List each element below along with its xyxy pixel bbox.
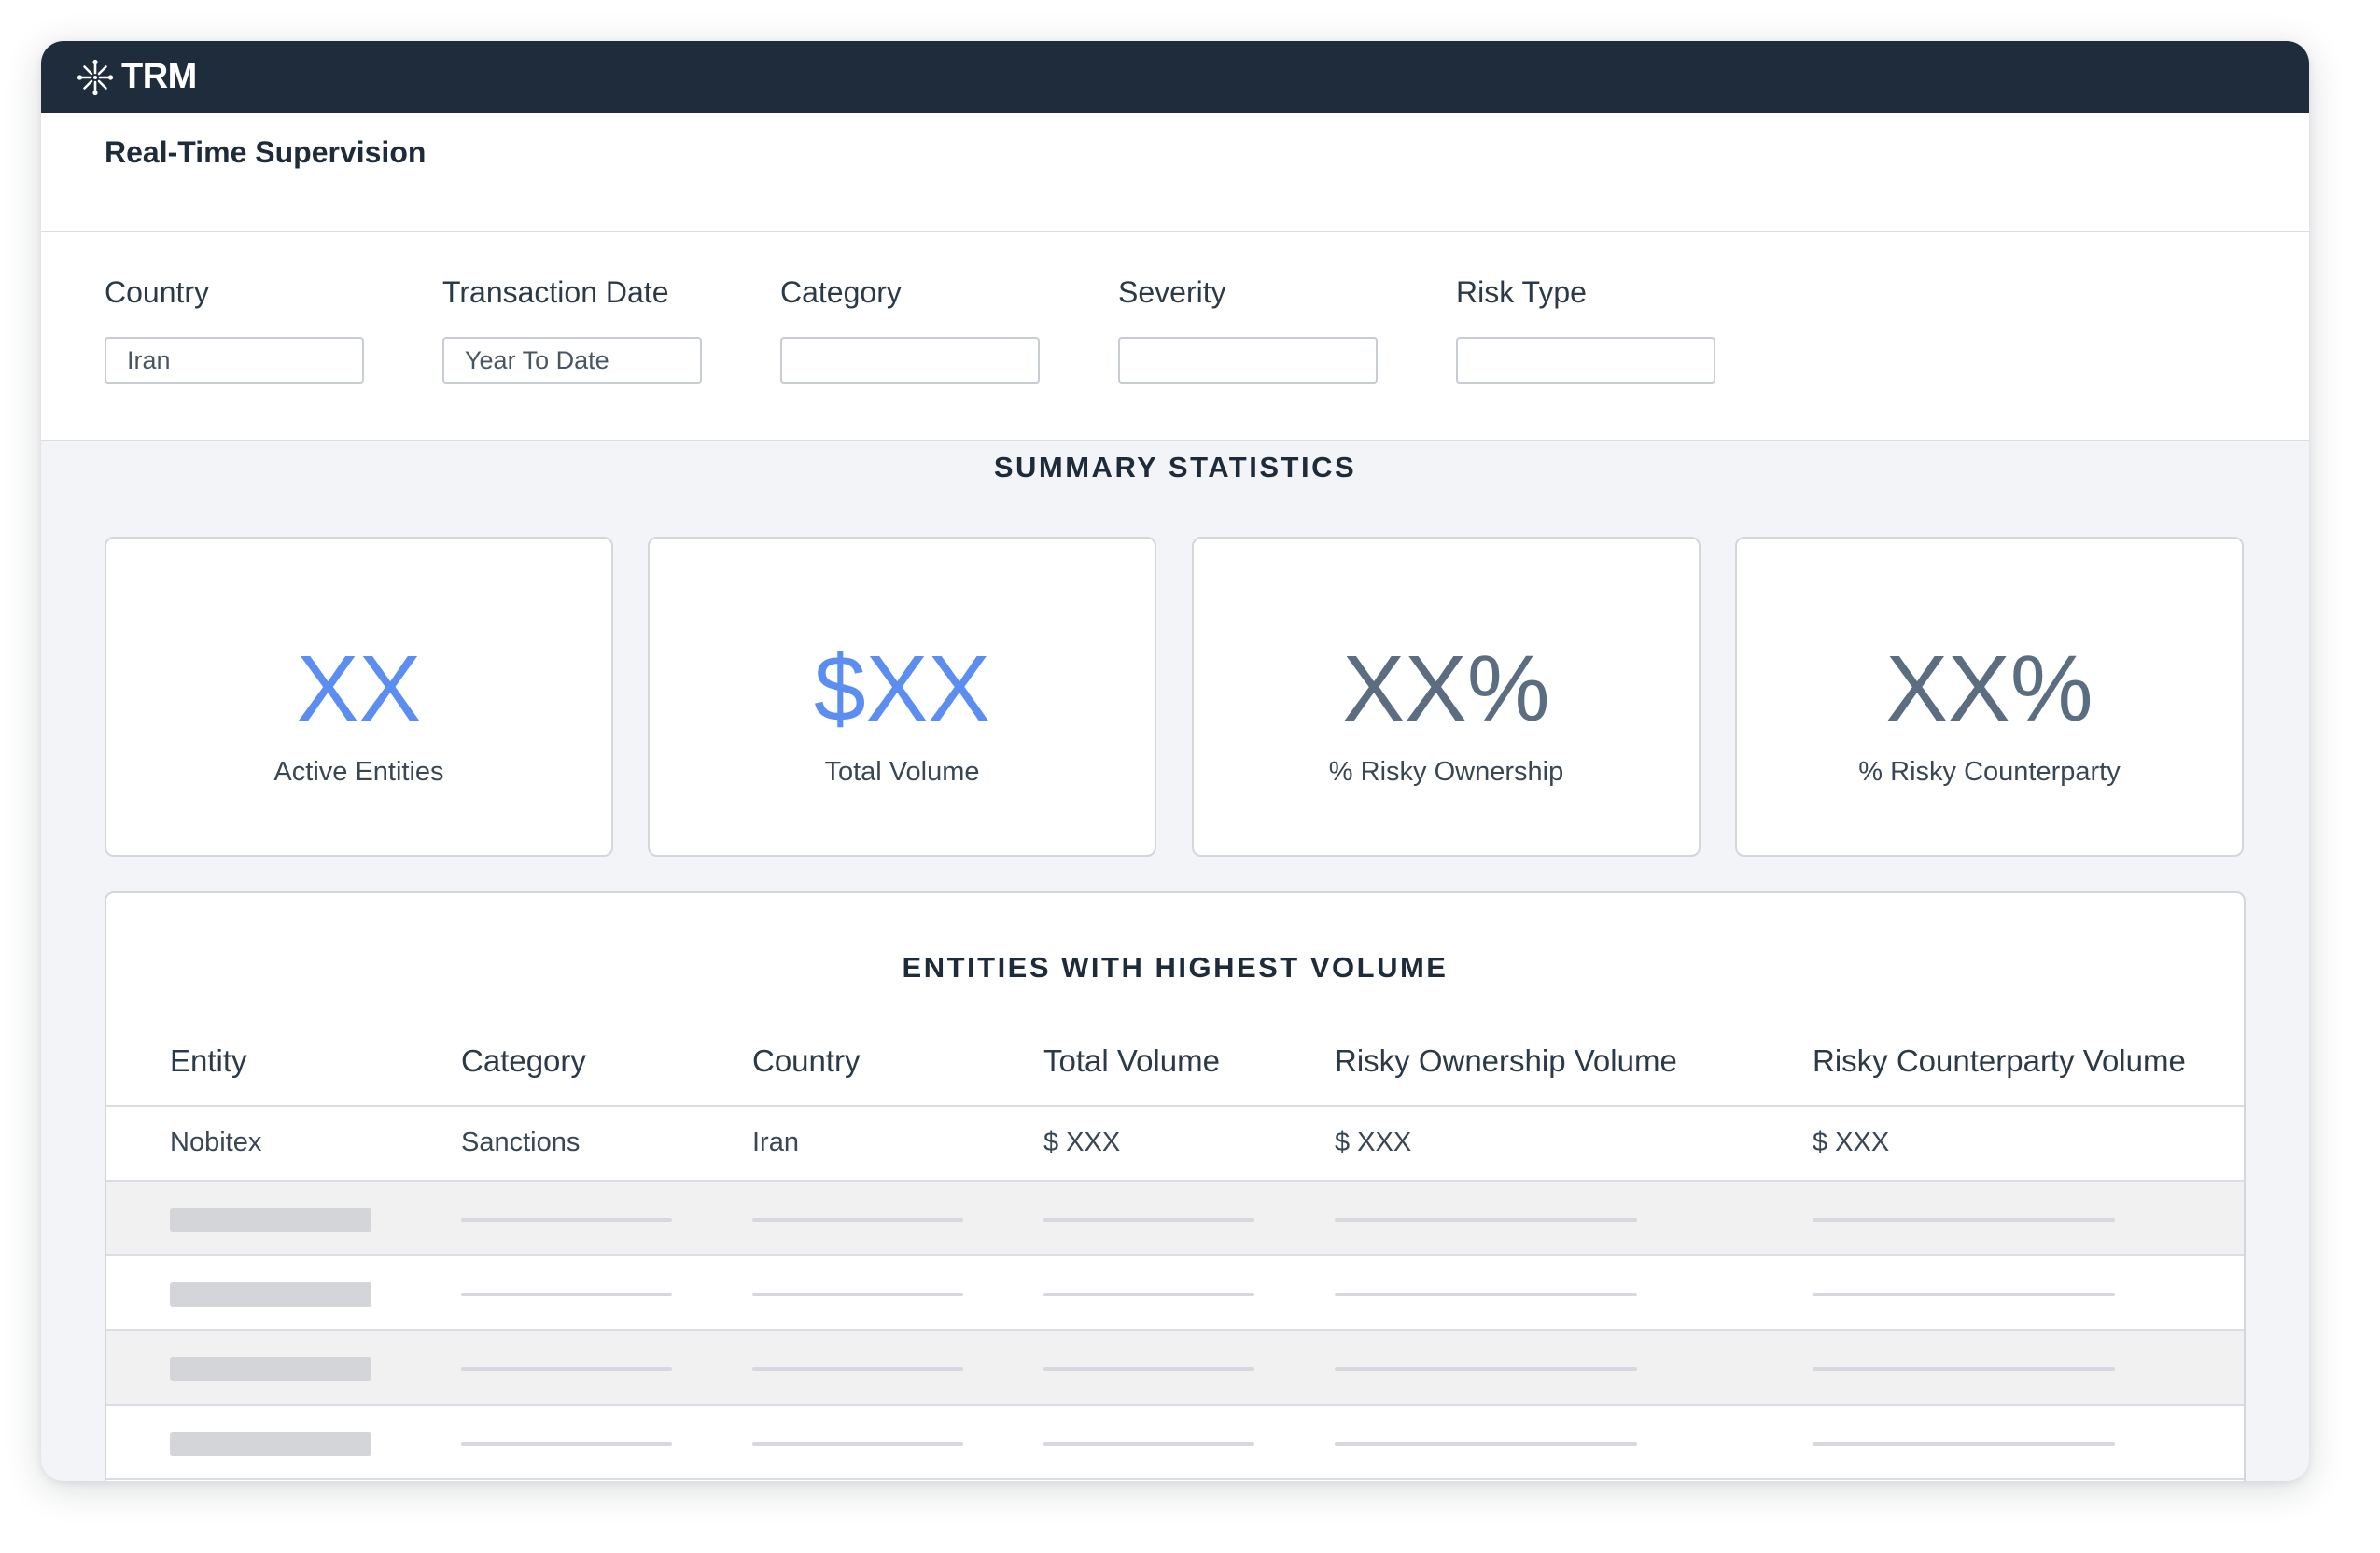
column-header-risky-ownership-volume[interactable]: Risky Ownership Volume [1335, 1042, 1677, 1080]
severity-select[interactable] [1118, 337, 1378, 384]
stat-card-active-entities: XX Active Entities [105, 537, 613, 857]
snowflake-icon [77, 59, 114, 96]
stat-value-active-entities: XX [296, 637, 422, 741]
cell-risky-ownership-volume: $ XXX [1335, 1127, 1412, 1157]
transaction-date-select[interactable]: Year To Date [442, 337, 702, 384]
page-title: Real-Time Supervision [105, 135, 427, 169]
skeleton-line [461, 1367, 672, 1371]
stat-value-risky-ownership: XX% [1342, 637, 1550, 741]
top-navigation-bar: TRM [41, 41, 2309, 113]
skeleton-line [1335, 1367, 1637, 1371]
skeleton-block [170, 1432, 371, 1456]
filter-label-risk-type: Risk Type [1456, 275, 1587, 309]
skeleton-line [752, 1367, 963, 1371]
skeleton-line [1043, 1293, 1254, 1296]
stat-card-total-volume: $XX Total Volume [648, 537, 1156, 857]
filter-label-severity: Severity [1118, 275, 1226, 309]
filter-label-country: Country [105, 275, 210, 309]
cell-category: Sanctions [461, 1127, 581, 1157]
skeleton-block [170, 1208, 371, 1232]
country-select[interactable]: Iran [105, 337, 364, 384]
skeleton-line [1335, 1442, 1637, 1446]
skeleton-line [1813, 1293, 2115, 1296]
table-row-placeholder [106, 1256, 2244, 1331]
stat-label-active-entities: Active Entities [273, 757, 444, 787]
app-window: TRM Real-Time Supervision Country Iran T… [41, 41, 2309, 1481]
stat-card-risky-ownership: XX% % Risky Ownership [1192, 537, 1701, 857]
brand-logo-text[interactable]: TRM [121, 56, 197, 97]
stat-label-risky-ownership: % Risky Ownership [1328, 757, 1564, 787]
page-header: Real-Time Supervision [41, 113, 2309, 232]
cell-total-volume: $ XXX [1043, 1127, 1121, 1157]
skeleton-line [1335, 1293, 1637, 1296]
skeleton-line [752, 1442, 963, 1446]
cell-country: Iran [752, 1127, 799, 1157]
skeleton-line [752, 1218, 963, 1222]
stat-value-risky-counterparty: XX% [1885, 637, 2093, 741]
column-header-country[interactable]: Country [752, 1042, 861, 1080]
column-header-total-volume[interactable]: Total Volume [1043, 1042, 1220, 1080]
skeleton-line [1043, 1442, 1254, 1446]
skeleton-line [752, 1293, 963, 1296]
column-header-category[interactable]: Category [461, 1042, 586, 1080]
column-header-entity[interactable]: Entity [170, 1042, 247, 1080]
filter-label-transaction-date: Transaction Date [442, 275, 669, 309]
stat-card-risky-counterparty: XX% % Risky Counterparty [1735, 537, 2244, 857]
cell-entity: Nobitex [170, 1127, 262, 1157]
filter-label-category: Category [780, 275, 902, 309]
table-row[interactable]: Nobitex Sanctions Iran $ XXX $ XXX $ XXX [106, 1107, 2244, 1182]
skeleton-line [1043, 1367, 1254, 1371]
entities-table-title: ENTITIES WITH HIGHEST VOLUME [902, 951, 1449, 984]
filter-bar: Country Iran Transaction Date Year To Da… [41, 232, 2309, 441]
summary-statistics-title: SUMMARY STATISTICS [993, 451, 1357, 483]
skeleton-line [1813, 1367, 2115, 1371]
skeleton-line [1335, 1218, 1637, 1222]
stat-label-risky-counterparty: % Risky Counterparty [1858, 757, 2121, 787]
skeleton-line [461, 1218, 672, 1222]
stat-value-total-volume: $XX [813, 637, 990, 741]
skeleton-line [1043, 1218, 1254, 1222]
table-row-placeholder [106, 1406, 2244, 1480]
risk-type-select[interactable] [1456, 337, 1715, 384]
category-select[interactable] [780, 337, 1040, 384]
skeleton-line [1813, 1218, 2115, 1222]
skeleton-line [461, 1442, 672, 1446]
column-header-risky-counterparty-volume[interactable]: Risky Counterparty Volume [1813, 1042, 2186, 1080]
entities-table-card: ENTITIES WITH HIGHEST VOLUME Entity Cate… [105, 891, 2246, 1481]
skeleton-block [170, 1282, 371, 1307]
skeleton-line [461, 1293, 672, 1296]
skeleton-line [1813, 1442, 2115, 1446]
table-row-placeholder [106, 1331, 2244, 1406]
stat-label-total-volume: Total Volume [824, 757, 980, 787]
table-row-placeholder [106, 1182, 2244, 1256]
cell-risky-counterparty-volume: $ XXX [1813, 1127, 1890, 1157]
skeleton-block [170, 1357, 371, 1381]
